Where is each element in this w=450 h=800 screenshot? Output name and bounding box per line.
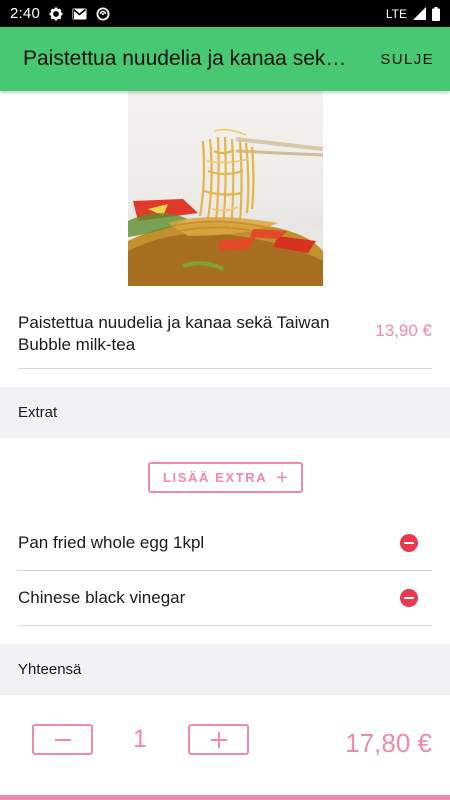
quantity-value: 1 bbox=[133, 725, 147, 753]
status-left: 2:40 bbox=[10, 5, 110, 22]
product-name: Paistettua nuudelia ja kanaa sekä Taiwan… bbox=[18, 313, 330, 354]
extras-header: Extrat bbox=[0, 387, 450, 438]
signal-icon bbox=[413, 7, 426, 20]
extra-item: Chinese black vinegar bbox=[18, 571, 432, 625]
minus-icon bbox=[54, 738, 71, 741]
plus-icon bbox=[210, 731, 227, 748]
remove-icon[interactable] bbox=[400, 534, 418, 552]
gear-icon bbox=[49, 7, 63, 21]
add-extra-button[interactable]: LISÄÄ EXTRA + bbox=[148, 462, 303, 493]
extra-item-name: Pan fried whole egg 1kpl bbox=[18, 533, 205, 552]
increase-quantity-button[interactable] bbox=[188, 724, 249, 755]
divider bbox=[18, 368, 432, 369]
product-image bbox=[128, 91, 323, 286]
total-price: 17,80 € bbox=[345, 728, 432, 758]
remove-icon[interactable] bbox=[400, 589, 418, 607]
gmail-icon bbox=[72, 8, 87, 20]
product-price: 13,90 € bbox=[375, 321, 432, 340]
product-row: Paistettua nuudelia ja kanaa sekä Taiwan… bbox=[18, 312, 432, 356]
network-type: LTE bbox=[385, 6, 407, 21]
sync-icon bbox=[96, 7, 110, 21]
decrease-quantity-button[interactable] bbox=[32, 724, 93, 755]
divider bbox=[18, 625, 432, 626]
battery-icon bbox=[432, 6, 440, 21]
status-right: LTE bbox=[385, 6, 440, 21]
bottom-accent-bar bbox=[0, 795, 450, 800]
total-header: Yhteensä bbox=[0, 644, 450, 695]
status-bar: 2:40 LTE bbox=[0, 0, 450, 27]
close-button[interactable]: SULJE bbox=[380, 51, 434, 68]
page-title: Paistettua nuudelia ja kanaa sekä Taiwan… bbox=[23, 47, 353, 70]
plus-icon: + bbox=[276, 466, 288, 489]
extra-item: Pan fried whole egg 1kpl bbox=[18, 516, 432, 570]
extra-item-name: Chinese black vinegar bbox=[18, 588, 186, 607]
app-bar: Paistettua nuudelia ja kanaa sekä Taiwan… bbox=[0, 27, 450, 91]
status-time: 2:40 bbox=[10, 5, 40, 22]
add-extra-label: LISÄÄ EXTRA bbox=[163, 470, 268, 485]
